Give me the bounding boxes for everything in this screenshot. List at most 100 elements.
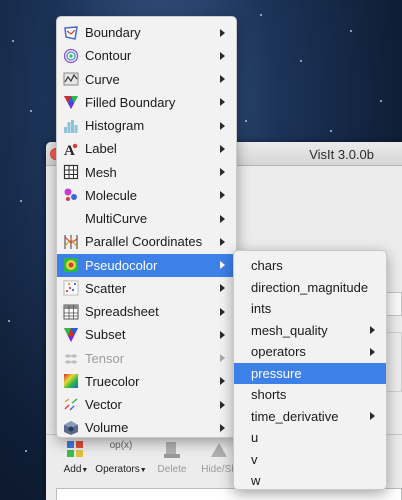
parallel-coordinates-icon: [64, 234, 78, 249]
menu-item-contour[interactable]: Contour: [57, 44, 236, 67]
variable-item-ints[interactable]: ints: [234, 298, 386, 320]
menu-item-label: Scatter: [85, 280, 127, 296]
vector-icon: [64, 398, 78, 411]
variable-item-v[interactable]: v: [234, 449, 386, 471]
boundary-icon: [64, 25, 78, 40]
menu-item-multicurve[interactable]: MultiCurve: [57, 207, 236, 230]
menu-item-label: Label: [85, 141, 117, 157]
menu-item-label: Subset: [85, 327, 126, 343]
scatter-icon: [63, 280, 79, 296]
tensor-icon: [65, 354, 77, 364]
variable-item-operators[interactable]: operators: [234, 341, 386, 363]
submenu-arrow-icon: [220, 307, 225, 316]
submenu-arrow-icon: [220, 354, 225, 363]
variable-submenu: chars direction_magnitude ints mesh_qual…: [233, 250, 387, 490]
filled-boundary-icon: [64, 96, 78, 110]
submenu-arrow-icon: [370, 412, 375, 421]
curve-icon: [63, 72, 79, 86]
menu-item-boundary[interactable]: Boundary: [57, 21, 236, 44]
submenu-arrow-icon: [220, 168, 225, 177]
menu-item-mesh[interactable]: Mesh: [57, 161, 236, 184]
window-title: VisIt 3.0.0b: [309, 147, 374, 162]
menu-item-label: Molecule: [85, 187, 138, 203]
add-label: Add: [63, 464, 82, 475]
volume-icon: [64, 420, 78, 435]
submenu-arrow-icon: [220, 28, 225, 37]
hide-show-icon: [211, 443, 227, 457]
molecule-icon: [64, 188, 77, 202]
submenu-arrow-icon: [220, 51, 225, 60]
menu-item-molecule[interactable]: Molecule: [57, 184, 236, 207]
submenu-arrow-icon: [220, 400, 225, 409]
variable-item-mesh-quality[interactable]: mesh_quality: [234, 320, 386, 342]
menu-item-subset[interactable]: Subset: [57, 323, 236, 346]
variable-item-pressure[interactable]: pressure: [234, 362, 386, 384]
variable-label: pressure: [251, 365, 302, 381]
menu-item-label: Filled Boundary: [85, 94, 176, 110]
submenu-arrow-icon: [370, 347, 375, 356]
submenu-arrow-icon: [220, 261, 225, 270]
submenu-arrow-icon: [220, 75, 225, 84]
variable-item-direction-magnitude[interactable]: direction_magnitude: [234, 277, 386, 299]
submenu-arrow-icon: [220, 144, 225, 153]
add-plot-icon: [67, 441, 83, 457]
spreadsheet-icon: [63, 304, 79, 320]
truecolor-icon: [64, 374, 78, 389]
menu-item-label: Histogram: [85, 118, 145, 134]
submenu-arrow-icon: [220, 284, 225, 293]
mesh-icon: [63, 165, 79, 180]
variable-label: shorts: [251, 387, 287, 403]
variable-item-time-derivative[interactable]: time_derivative: [234, 406, 386, 428]
menu-item-label: Parallel Coordinates: [85, 234, 203, 250]
variable-item-chars[interactable]: chars: [234, 255, 386, 277]
menu-item-filled-boundary[interactable]: Filled Boundary: [57, 91, 236, 114]
variable-label: v: [251, 451, 258, 467]
menu-item-label: Volume: [85, 420, 129, 436]
delete-icon: [164, 442, 180, 458]
menu-item-label: Curve: [85, 71, 120, 87]
menu-item-label: MultiCurve: [85, 211, 148, 227]
submenu-arrow-icon: [220, 377, 225, 386]
menu-item-label: Mesh: [85, 164, 117, 180]
pseudocolor-icon: [64, 258, 78, 273]
variable-label: u: [251, 430, 259, 446]
menu-item-tensor: Tensor: [57, 347, 236, 370]
submenu-arrow-icon: [370, 326, 375, 335]
hide-show-label: Hide/Sh: [201, 464, 237, 475]
variable-item-w[interactable]: w: [234, 470, 386, 492]
subset-icon: [64, 327, 78, 342]
delete-label: Delete: [157, 464, 187, 475]
variable-label: mesh_quality: [251, 322, 328, 338]
menu-item-label: Boundary: [85, 25, 141, 41]
plot-type-menu: Boundary Contour Curve Filled Boundary H…: [56, 16, 237, 438]
menu-item-label-plot[interactable]: A Label: [57, 137, 236, 160]
menu-item-spreadsheet[interactable]: Spreadsheet: [57, 300, 236, 323]
menu-item-histogram[interactable]: Histogram: [57, 114, 236, 137]
menu-item-parallel-coordinates[interactable]: Parallel Coordinates: [57, 230, 236, 253]
operators-icon: op(x): [109, 440, 133, 451]
menu-item-vector[interactable]: Vector: [57, 393, 236, 416]
menu-item-label: Tensor: [85, 350, 125, 366]
menu-item-label: Truecolor: [85, 373, 140, 389]
variable-label: ints: [251, 301, 272, 317]
menu-item-label: Spreadsheet: [85, 304, 159, 320]
submenu-arrow-icon: [220, 191, 225, 200]
variable-item-u[interactable]: u: [234, 427, 386, 449]
menu-item-truecolor[interactable]: Truecolor: [57, 370, 236, 393]
histogram-icon: [64, 119, 78, 133]
submenu-arrow-icon: [220, 237, 225, 246]
menu-item-curve[interactable]: Curve: [57, 68, 236, 91]
variable-item-shorts[interactable]: shorts: [234, 384, 386, 406]
label-icon: A: [64, 143, 78, 157]
menu-item-label: Pseudocolor: [85, 257, 158, 273]
menu-item-scatter[interactable]: Scatter: [57, 277, 236, 300]
variable-label: direction_magnitude: [251, 279, 369, 295]
operators-button[interactable]: op(x) Operators▼: [93, 439, 149, 475]
variable-label: time_derivative: [251, 408, 339, 424]
menu-item-volume[interactable]: Volume: [57, 416, 236, 439]
variable-label: w: [251, 473, 261, 489]
add-plot-button[interactable]: Add▼: [58, 439, 94, 475]
submenu-arrow-icon: [220, 98, 225, 107]
menu-item-pseudocolor[interactable]: Pseudocolor: [57, 253, 236, 277]
delete-button[interactable]: Delete: [152, 439, 192, 475]
